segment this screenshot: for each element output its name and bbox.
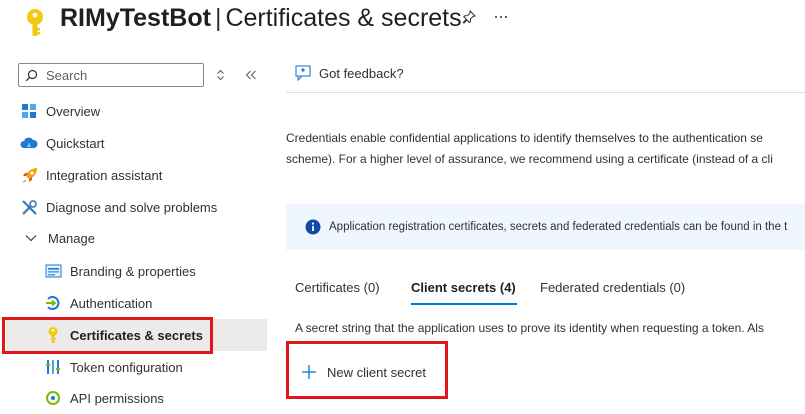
tab-federated-credentials[interactable]: Federated credentials (0): [540, 280, 685, 295]
sidebar-item-label: API permissions: [70, 390, 164, 406]
feedback-link[interactable]: Got feedback?: [295, 65, 404, 81]
client-secret-description: A secret string that the application use…: [295, 321, 764, 335]
pin-icon[interactable]: [462, 10, 476, 24]
wrench-icon: [20, 198, 38, 216]
feedback-label: Got feedback?: [319, 65, 404, 81]
sidebar-item-token-configuration[interactable]: Token configuration: [44, 351, 183, 383]
sidebar-item-label: Authentication: [70, 295, 153, 311]
sidebar-item-label: Branding & properties: [70, 263, 196, 279]
app-name: RIMyTestBot: [60, 4, 211, 32]
info-icon: [305, 219, 321, 235]
sidebar-item-integration-assistant[interactable]: Integration assistant: [20, 159, 162, 191]
cloud-icon: [20, 134, 38, 152]
sidebar-item-quickstart[interactable]: Quickstart: [20, 127, 105, 159]
sidebar-item-overview[interactable]: Overview: [20, 95, 100, 127]
app-key-icon: [24, 8, 46, 38]
search-input[interactable]: [44, 66, 198, 84]
sidebar-item-label: Integration assistant: [46, 167, 163, 183]
highlight-certificates-secrets: [2, 317, 213, 354]
sidebar-item-branding[interactable]: Branding & properties: [44, 255, 196, 287]
sidebar-group-manage[interactable]: Manage: [22, 222, 95, 254]
overview-grid-icon: [20, 102, 38, 120]
sidebar-item-diagnose[interactable]: Diagnose and solve problems: [20, 191, 217, 223]
sidebar-item-label: Manage: [48, 230, 95, 246]
collapse-sidebar-icon[interactable]: [245, 70, 257, 80]
info-text: Application registration certificates, s…: [329, 221, 788, 233]
token-icon: [44, 358, 62, 376]
info-banner: Application registration certificates, s…: [286, 204, 805, 250]
ellipsis-icon[interactable]: [494, 15, 508, 19]
sidebar-item-authentication[interactable]: Authentication: [44, 287, 152, 319]
sidebar-item-label: Token configuration: [70, 359, 183, 375]
description-line: scheme). For a higher level of assurance…: [286, 152, 773, 166]
sidebar-item-api-permissions[interactable]: API permissions: [44, 382, 164, 414]
sidebar-item-label: Overview: [46, 103, 101, 119]
tab-client-secrets[interactable]: Client secrets (4): [411, 280, 516, 295]
sidebar-item-label: Diagnose and solve problems: [46, 199, 218, 215]
credentials-description: Credentials enable confidential applicat…: [286, 128, 805, 170]
feedback-icon: [295, 65, 311, 81]
api-icon: [44, 389, 62, 407]
highlight-new-client-secret: [286, 341, 448, 399]
rocket-icon: [20, 166, 38, 184]
sidebar-item-label: Quickstart: [46, 135, 105, 151]
title-separator: |: [214, 4, 222, 32]
branding-icon: [44, 262, 62, 280]
active-tab-indicator: [411, 303, 517, 305]
search-icon: [25, 69, 38, 82]
divider: [286, 92, 805, 93]
search-box[interactable]: [18, 63, 204, 87]
sort-icon[interactable]: [216, 69, 225, 81]
chevron-down-icon: [22, 229, 40, 247]
tab-certificates[interactable]: Certificates (0): [295, 280, 380, 295]
page-heading: Certificates & secrets: [225, 4, 462, 32]
description-line: Credentials enable confidential applicat…: [286, 131, 763, 145]
authentication-icon: [44, 294, 62, 312]
page-title: RIMyTestBot | Certificates & secrets: [60, 3, 462, 33]
